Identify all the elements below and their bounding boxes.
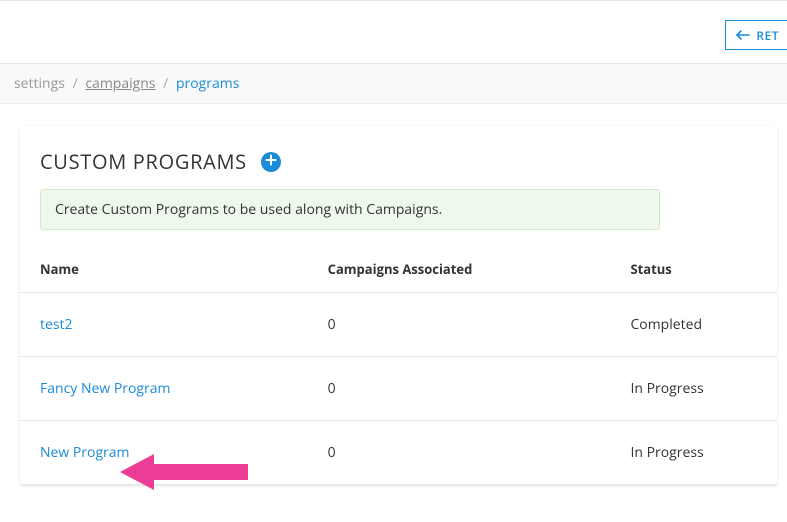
column-header-name: Name — [20, 248, 308, 293]
program-link[interactable]: Fancy New Program — [40, 379, 170, 398]
status-cell: Completed — [610, 293, 777, 357]
add-program-button[interactable] — [261, 152, 281, 172]
breadcrumb: settings / campaigns / programs — [0, 64, 787, 104]
status-cell: In Progress — [610, 357, 777, 421]
program-link[interactable]: New Program — [40, 443, 130, 462]
return-button[interactable]: RET — [725, 20, 787, 50]
status-cell: In Progress — [610, 421, 777, 485]
table-row: test2 0 Completed — [20, 293, 777, 357]
arrow-left-icon — [736, 27, 750, 44]
breadcrumb-separator: / — [163, 74, 168, 93]
column-header-status: Status — [610, 248, 777, 293]
info-banner: Create Custom Programs to be used along … — [40, 189, 660, 230]
info-banner-text: Create Custom Programs to be used along … — [55, 200, 442, 219]
campaigns-count: 0 — [308, 293, 611, 357]
top-bar: RET — [0, 0, 787, 64]
breadcrumb-separator: / — [73, 74, 78, 93]
breadcrumb-item-programs: programs — [176, 74, 239, 93]
breadcrumb-item-campaigns[interactable]: campaigns — [85, 74, 155, 93]
plus-icon — [265, 152, 277, 171]
program-link[interactable]: test2 — [40, 315, 73, 334]
page-title: CUSTOM PROGRAMS — [40, 148, 247, 175]
campaigns-count: 0 — [308, 421, 611, 485]
breadcrumb-item-settings: settings — [14, 74, 65, 93]
programs-table: Name Campaigns Associated Status test2 0… — [20, 248, 777, 485]
table-row: Fancy New Program 0 In Progress — [20, 357, 777, 421]
table-row: New Program 0 In Progress — [20, 421, 777, 485]
return-button-label: RET — [756, 27, 779, 44]
card-header: CUSTOM PROGRAMS — [20, 148, 777, 189]
campaigns-count: 0 — [308, 357, 611, 421]
column-header-campaigns: Campaigns Associated — [308, 248, 611, 293]
programs-card: CUSTOM PROGRAMS Create Custom Programs t… — [20, 126, 777, 485]
